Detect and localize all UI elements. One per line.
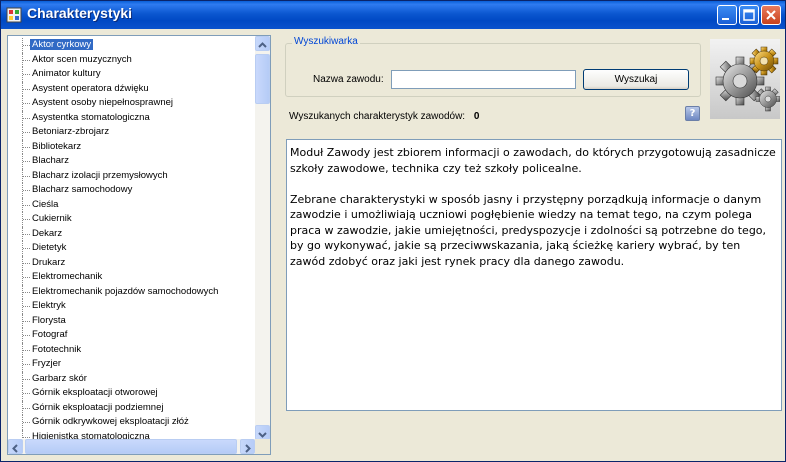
tree-item[interactable]: Górnik eksploatacji podziemnej: [8, 400, 258, 416]
window-title: Charakterystyki: [27, 5, 133, 21]
tree-item[interactable]: Asystent osoby niepełnosprawnej: [8, 96, 258, 111]
tree-item-label: Górnik odkrywkowej eksploatacji złóż: [32, 416, 189, 427]
gears-icon: [710, 39, 781, 119]
scroll-left-button[interactable]: [8, 439, 23, 454]
scroll-down-button[interactable]: [255, 425, 270, 440]
tree-item[interactable]: Elektryk: [8, 299, 258, 314]
tree-item[interactable]: Aktor scen muzycznych: [8, 52, 258, 68]
profession-name-label: Nazwa zawodu:: [313, 74, 384, 85]
tree-item[interactable]: Animator kultury: [8, 67, 258, 82]
tree-item[interactable]: Blacharz samochodowy: [8, 183, 258, 198]
tree-item-label: Animator kultury: [32, 68, 101, 79]
tree-item-label: Elektryk: [32, 300, 66, 311]
minimize-button[interactable]: [717, 5, 737, 25]
close-button[interactable]: [761, 5, 781, 25]
tree-item-label: Bibliotekarz: [32, 140, 82, 152]
tree-item[interactable]: Fototechnik: [8, 342, 258, 358]
tree-item[interactable]: Drukarz: [8, 255, 258, 271]
tree-item-label: Górnik eksploatacji podziemnej: [32, 401, 164, 413]
app-window-icon: [6, 7, 22, 23]
tree-item-label: Betoniarz-zbrojarz: [32, 126, 110, 137]
tree-item[interactable]: Dekarz: [8, 226, 258, 242]
vertical-scrollbar[interactable]: [255, 36, 270, 440]
tree-item[interactable]: Górnik odkrywkowej eksploatacji złóż: [8, 415, 258, 430]
results-label-text: Wyszukanych charakterystyk zawodów:: [289, 111, 466, 122]
help-button[interactable]: ?: [685, 106, 700, 121]
scroll-up-button[interactable]: [255, 36, 270, 51]
tree-item-label: Cieśla: [32, 198, 59, 210]
tree-item[interactable]: Betoniarz-zbrojarz: [8, 125, 258, 140]
tree-item-label: Dietetyk: [32, 242, 67, 253]
tree-item-label: Asystentka stomatologiczna: [32, 111, 150, 123]
tree-item-label: Elektromechanik: [32, 271, 103, 282]
tree-item[interactable]: Asystent operatora dźwięku: [8, 81, 258, 97]
tree-item[interactable]: Fotograf: [8, 328, 258, 343]
tree-item-label: Asystent operatora dźwięku: [32, 82, 149, 94]
tree-item-label: Elektromechanik pojazdów samochodowych: [32, 285, 219, 297]
chevron-right-icon: [245, 444, 251, 453]
tree-item-label: Fototechnik: [32, 343, 82, 355]
tree-item-label: Blacharz izolacji przemysłowych: [32, 169, 168, 181]
description-paragraph-1: Moduł Zawody jest zbiorem informacji o z…: [290, 146, 776, 175]
tree-item-label: Górnik eksploatacji otworowej: [32, 387, 158, 398]
tree-item-label: Aktor scen muzycznych: [32, 53, 132, 65]
title-bar[interactable]: Charakterystyki: [1, 1, 785, 29]
maximize-button[interactable]: [739, 5, 759, 25]
tree-item-label: Garbarz skór: [32, 372, 87, 384]
results-count: 0: [473, 111, 480, 122]
tree-item-label: Fotograf: [32, 329, 68, 340]
horizontal-scrollbar[interactable]: [8, 439, 255, 454]
minimize-icon: [722, 18, 729, 20]
close-icon: [766, 10, 776, 20]
tree-item-label: Dekarz: [32, 227, 63, 239]
tree-item[interactable]: Fryzjer: [8, 357, 258, 372]
tree-item[interactable]: Florysta: [8, 313, 258, 329]
tree-item-label: Blacharz samochodowy: [32, 184, 133, 195]
tree-item-label: Cukiernik: [32, 213, 72, 224]
tree-item[interactable]: Górnik eksploatacji otworowej: [8, 386, 258, 401]
scroll-corner: [255, 439, 270, 454]
profession-list: Aktor cyrkowy Aktor scen muzycznych Animat…: [8, 38, 258, 454]
vertical-scroll-thumb[interactable]: [255, 54, 270, 104]
tree-item[interactable]: Dietetyk: [8, 241, 258, 256]
tree-item[interactable]: Elektromechanik: [8, 270, 258, 285]
maximize-icon: [743, 9, 755, 21]
app-window: Charakterystyki Aktor cyrkowy Aktor scen …: [0, 0, 786, 462]
tree-item[interactable]: Bibliotekarz: [8, 139, 258, 155]
tree-item[interactable]: Garbarz skór: [8, 371, 258, 387]
horizontal-scroll-thumb[interactable]: [25, 439, 237, 454]
description-paragraph-2: Zebrane charakterystyki w sposób jasny i…: [290, 192, 767, 268]
profession-name-input[interactable]: [391, 70, 576, 89]
scroll-right-button[interactable]: [240, 439, 255, 454]
tree-item-label: Florysta: [32, 314, 66, 326]
tree-item[interactable]: Cieśla: [8, 197, 258, 213]
chevron-up-icon: [258, 42, 267, 48]
description-textarea[interactable]: Moduł Zawody jest zbiorem informacji o z…: [286, 139, 782, 411]
tree-item-label: Aktor cyrkowy: [30, 39, 94, 50]
help-icon: ?: [689, 108, 696, 119]
results-label: Wyszukanych charakterystyk zawodów: 0: [289, 111, 479, 122]
tree-item[interactable]: Elektromechanik pojazdów samochodowych: [8, 284, 258, 300]
tree-item-label: Fryzjer: [32, 358, 62, 369]
tree-item[interactable]: Cukiernik: [8, 212, 258, 227]
tree-item-label: Drukarz: [32, 256, 66, 268]
tree-item[interactable]: Asystentka stomatologiczna: [8, 110, 258, 126]
profession-tree[interactable]: Aktor cyrkowy Aktor scen muzycznych Animat…: [7, 35, 271, 455]
tree-item-label: Asystent osoby niepełnosprawnej: [32, 97, 174, 108]
tree-item-label: Blacharz: [32, 155, 69, 166]
search-group-title: Wyszukiwarka: [292, 36, 360, 47]
search-button[interactable]: Wyszukaj: [583, 69, 689, 90]
tree-item[interactable]: Blacharz: [8, 154, 258, 169]
tree-item[interactable]: Blacharz izolacji przemysłowych: [8, 168, 258, 184]
chevron-left-icon: [12, 444, 18, 453]
tree-item[interactable]: Aktor cyrkowy: [8, 38, 258, 53]
